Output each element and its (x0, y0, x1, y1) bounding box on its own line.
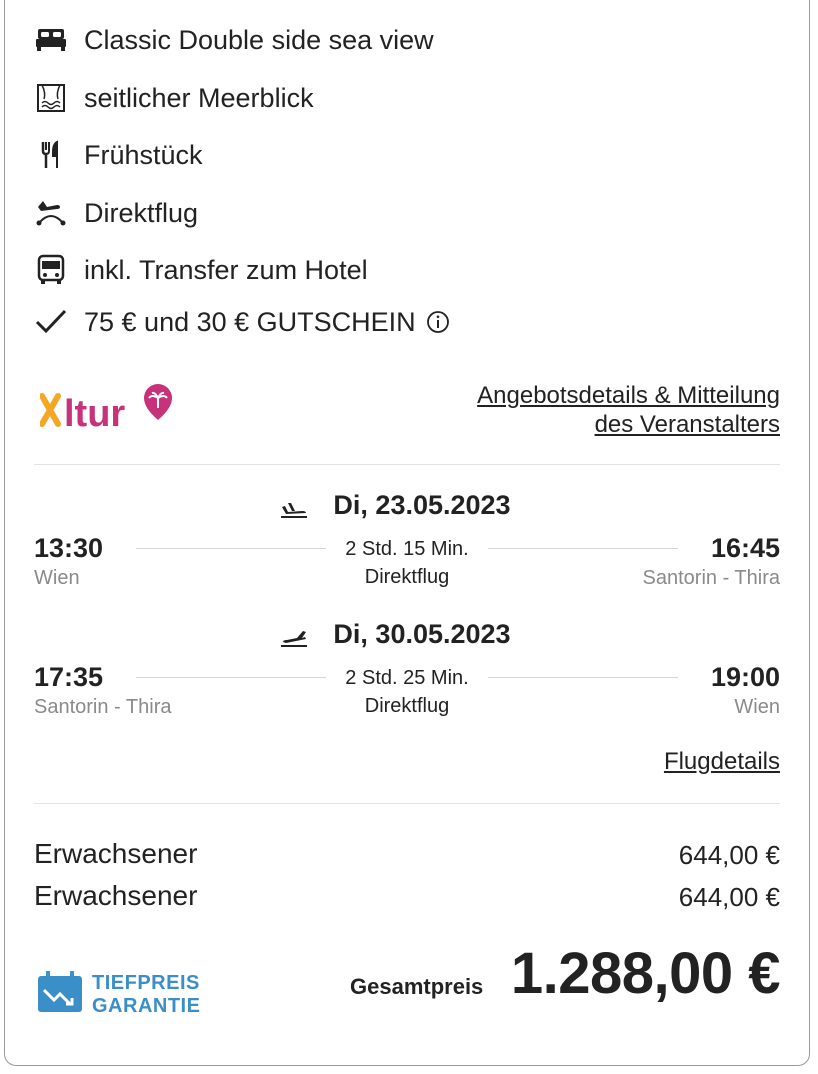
info-icon[interactable] (426, 310, 450, 334)
checkmark-icon (34, 306, 68, 338)
flight-details-link[interactable]: Flugdetails (664, 748, 780, 776)
price-row-label: Erwachsener (34, 838, 198, 869)
return-arr-time: 19:00 (710, 662, 780, 692)
outbound-date: Di, 23.05.2023 (333, 490, 511, 520)
guarantee-line1: TIEFPREIS (92, 971, 200, 994)
feature-voucher-label: 75 € und 30 € GUTSCHEIN (84, 306, 416, 337)
operator-logo: ltur (39, 382, 180, 438)
feature-transfer: inkl. Transfer zum Hotel (34, 252, 368, 288)
calendar-price-icon (36, 970, 84, 1019)
outbound-dep-time: 13:30 (34, 533, 104, 563)
feature-board: Frühstück (34, 137, 203, 173)
outbound-arr-time: 16:45 (710, 533, 780, 563)
feature-view-label: seitlicher Meerblick (84, 82, 314, 113)
feature-room: Classic Double side sea view (34, 22, 434, 58)
bus-icon (34, 254, 68, 286)
timeline-line (488, 677, 678, 678)
timeline-line (136, 548, 326, 549)
low-price-guarantee-badge: TIEFPREIS GARANTIE (36, 970, 200, 1019)
timeline-line (136, 677, 326, 678)
outbound-date-row: Di, 23.05.2023 (0, 490, 818, 521)
feature-flight-label: Direktflug (84, 197, 199, 228)
plane-return-icon (279, 625, 309, 647)
divider (34, 803, 780, 804)
guarantee-line2: GARANTIE (92, 994, 201, 1017)
return-dep-time: 17:35 (34, 662, 104, 692)
offer-details-link[interactable]: Angebotsdetails & Mitteilung des Veranst… (477, 381, 780, 439)
bed-icon (34, 24, 68, 56)
cutlery-icon (34, 139, 68, 171)
feature-room-label: Classic Double side sea view (84, 24, 434, 55)
outbound-type: Direktflug (364, 566, 450, 588)
svg-text:ltur: ltur (64, 393, 125, 435)
return-arr-place: Wien (734, 696, 780, 718)
outbound-dep-place: Wien (34, 567, 80, 589)
price-row-value: 644,00 € (678, 840, 780, 870)
return-duration: 2 Std. 25 Min. (345, 667, 469, 689)
plane-arrival-icon (34, 197, 68, 229)
total-price-value: 1.288,00 € (510, 941, 781, 1006)
feature-transfer-label: inkl. Transfer zum Hotel (84, 254, 368, 285)
feature-view: seitlicher Meerblick (34, 80, 314, 116)
return-dep-place: Santorin - Thira (34, 696, 172, 718)
plane-departure-icon (279, 496, 309, 518)
divider (34, 464, 780, 465)
total-price-label: Gesamtpreis (350, 974, 484, 999)
return-date: Di, 30.05.2023 (333, 619, 511, 649)
timeline-line (488, 548, 678, 549)
outbound-arr-place: Santorin - Thira (642, 567, 780, 589)
offer-details-line2[interactable]: des Veranstalters (477, 410, 780, 439)
return-date-row: Di, 30.05.2023 (0, 619, 818, 650)
return-type: Direktflug (364, 695, 450, 717)
feature-board-label: Frühstück (84, 139, 203, 170)
price-row-value: 644,00 € (678, 882, 780, 912)
outbound-duration: 2 Std. 15 Min. (345, 538, 469, 560)
offer-details-line1[interactable]: Angebotsdetails & Mitteilung (477, 381, 780, 410)
price-row-label: Erwachsener (34, 880, 198, 911)
feature-flight: Direktflug (34, 195, 198, 231)
feature-voucher: 75 € und 30 € GUTSCHEIN (34, 304, 450, 340)
sea-view-icon (34, 82, 68, 114)
